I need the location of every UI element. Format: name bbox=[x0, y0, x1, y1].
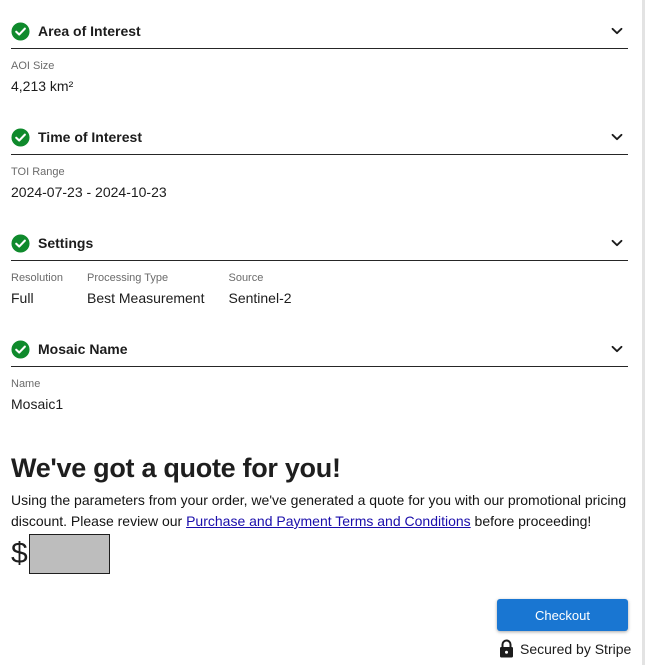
quote-heading: We've got a quote for you! bbox=[11, 453, 341, 483]
section-header-mosaic-name[interactable]: Mosaic Name bbox=[11, 318, 628, 367]
field-value: 4,213 km² bbox=[11, 78, 74, 94]
field-value: 2024-07-23 - 2024-10-23 bbox=[11, 184, 167, 200]
field-resolution: Resolution Full bbox=[11, 272, 63, 318]
order-summary: Area of Interest AOI Size 4,213 km² Time… bbox=[11, 0, 628, 574]
field-label: AOI Size bbox=[11, 60, 55, 72]
price-placeholder bbox=[28, 534, 110, 574]
field-source: Source Sentinel-2 bbox=[228, 272, 291, 318]
secured-by-stripe: Secured by Stripe bbox=[499, 639, 631, 658]
section-title: Mosaic Name bbox=[38, 341, 128, 357]
section-title: Settings bbox=[38, 235, 94, 251]
field-mosaic-name: Name Mosaic1 bbox=[11, 378, 63, 424]
section-body-mosaic-name: Name Mosaic1 bbox=[11, 367, 628, 424]
section-header-time-of-interest[interactable]: Time of Interest bbox=[11, 106, 628, 155]
field-label: Resolution bbox=[11, 272, 63, 284]
check-circle-icon bbox=[11, 127, 30, 147]
field-processing-type: Processing Type Best Measurement bbox=[87, 272, 205, 318]
lock-icon bbox=[499, 639, 514, 658]
section-title: Time of Interest bbox=[38, 129, 142, 145]
currency-symbol: $ bbox=[11, 537, 28, 570]
quote-description: Using the parameters from your order, we… bbox=[11, 490, 628, 532]
quote-text-after: before proceeding! bbox=[470, 513, 592, 529]
secured-text: Secured by Stripe bbox=[520, 640, 632, 657]
check-circle-icon bbox=[11, 233, 30, 253]
chevron-down-icon[interactable] bbox=[610, 236, 624, 250]
chevron-down-icon[interactable] bbox=[610, 130, 624, 144]
terms-link[interactable]: Purchase and Payment Terms and Condition… bbox=[186, 513, 471, 529]
chevron-down-icon[interactable] bbox=[610, 24, 624, 38]
field-value: Sentinel-2 bbox=[228, 290, 292, 306]
price-row: $ bbox=[11, 534, 628, 574]
field-value: Full bbox=[11, 290, 34, 306]
chevron-down-icon[interactable] bbox=[610, 342, 624, 356]
field-toi-range: TOI Range 2024-07-23 - 2024-10-23 bbox=[11, 166, 167, 212]
field-value: Mosaic1 bbox=[11, 396, 64, 412]
field-label: TOI Range bbox=[11, 166, 65, 178]
section-body-area-of-interest: AOI Size 4,213 km² bbox=[11, 49, 628, 106]
section-header-area-of-interest[interactable]: Area of Interest bbox=[11, 0, 628, 49]
field-aoi-size: AOI Size 4,213 km² bbox=[11, 60, 73, 106]
field-value: Best Measurement bbox=[86, 290, 205, 306]
section-header-settings[interactable]: Settings bbox=[11, 212, 628, 261]
section-title: Area of Interest bbox=[38, 23, 141, 39]
field-label: Source bbox=[228, 272, 264, 284]
field-label: Name bbox=[11, 378, 41, 390]
check-circle-icon bbox=[11, 339, 30, 359]
field-label: Processing Type bbox=[86, 272, 169, 284]
check-circle-icon bbox=[11, 21, 30, 41]
section-body-time-of-interest: TOI Range 2024-07-23 - 2024-10-23 bbox=[11, 155, 628, 212]
section-body-settings: Resolution Full Processing Type Best Mea… bbox=[11, 261, 628, 318]
checkout-button[interactable]: Checkout bbox=[497, 599, 628, 631]
